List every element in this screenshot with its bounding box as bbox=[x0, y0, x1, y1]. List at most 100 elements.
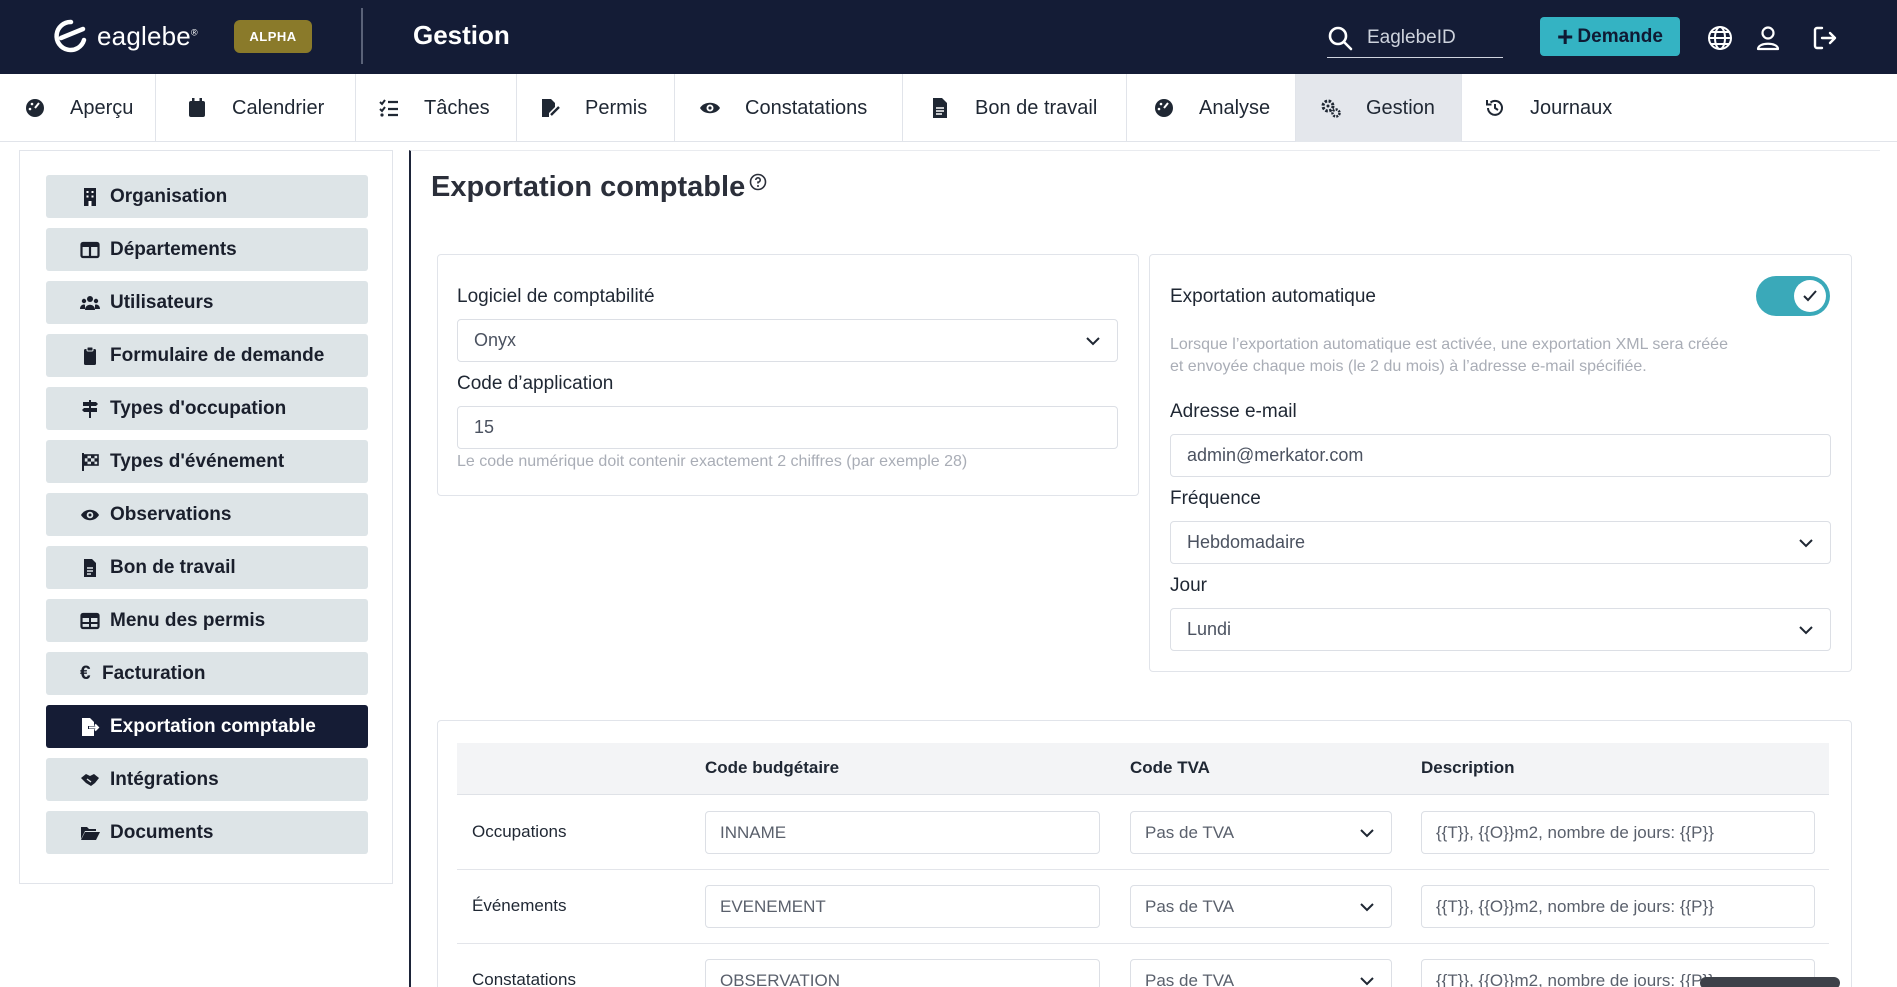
sidebar-item-documents[interactable]: Documents bbox=[46, 811, 368, 854]
table-row: Constatations OBSERVATION Pas de TVA {{T… bbox=[457, 944, 1829, 987]
header-divider bbox=[361, 8, 363, 64]
chevron-down-icon bbox=[1360, 903, 1374, 912]
top-bar: eaglebe® ALPHA Gestion + Demande bbox=[0, 0, 1897, 74]
description-value: {{T}}, {{O}}m2, nombre de jours: {{P}} bbox=[1436, 822, 1714, 842]
email-field[interactable]: admin@merkator.com bbox=[1170, 434, 1831, 477]
tab-journaux[interactable]: Journaux bbox=[1462, 74, 1632, 142]
help-icon[interactable] bbox=[749, 173, 767, 191]
auto-export-label: Exportation automatique bbox=[1170, 286, 1376, 307]
table-row: Événements EVENEMENT Pas de TVA {{T}}, {… bbox=[457, 870, 1829, 944]
table-columns-icon bbox=[80, 241, 100, 258]
tab-analyse[interactable]: Analyse bbox=[1127, 74, 1296, 142]
sidebar-item-label: Documents bbox=[110, 821, 214, 843]
table-header: Code budgétaire Code TVA Description bbox=[457, 743, 1829, 795]
app-title: Gestion bbox=[413, 20, 510, 50]
sidebar-item-label: Menu des permis bbox=[110, 609, 266, 631]
tab-label: Analyse bbox=[1199, 96, 1271, 119]
description-input[interactable]: {{T}}, {{O}}m2, nombre de jours: {{P}} bbox=[1421, 885, 1815, 928]
logout-icon[interactable] bbox=[1811, 24, 1839, 52]
sidebar-item-departements[interactable]: Départements bbox=[46, 228, 368, 271]
row-label: Occupations bbox=[472, 822, 567, 841]
application-code-input[interactable]: 15 bbox=[457, 406, 1118, 449]
column-header-budget-code: Code budgétaire bbox=[705, 758, 840, 777]
software-select-value: Onyx bbox=[474, 330, 517, 350]
sidebar-item-types-evenement[interactable]: Types d'événement bbox=[46, 440, 368, 483]
search-box[interactable] bbox=[1327, 18, 1503, 58]
sidebar-item-utilisateurs[interactable]: Utilisateurs bbox=[46, 281, 368, 324]
tab-permis[interactable]: Permis bbox=[517, 74, 675, 142]
tva-code-select[interactable]: Pas de TVA bbox=[1130, 959, 1392, 987]
sidebar-item-bon-de-travail[interactable]: Bon de travail bbox=[46, 546, 368, 589]
sidebar-item-observations[interactable]: Observations bbox=[46, 493, 368, 536]
settings-sidebar: Organisation Départements Utilisateurs F… bbox=[19, 150, 393, 884]
sidebar-item-label: Types d'occupation bbox=[110, 397, 287, 419]
dashboard-icon bbox=[26, 99, 44, 117]
sidebar-item-integrations[interactable]: Intégrations bbox=[46, 758, 368, 801]
email-field-value: admin@merkator.com bbox=[1187, 445, 1364, 465]
sidebar-item-formulaire[interactable]: Formulaire de demande bbox=[46, 334, 368, 377]
tab-gestion[interactable]: Gestion bbox=[1296, 74, 1462, 142]
budget-code-input[interactable]: OBSERVATION bbox=[705, 959, 1100, 987]
software-select[interactable]: Onyx bbox=[457, 319, 1118, 362]
handshake-icon bbox=[81, 773, 99, 786]
tab-label: Journaux bbox=[1530, 96, 1613, 119]
budget-code-value: EVENEMENT bbox=[720, 896, 826, 916]
new-demande-button[interactable]: + Demande bbox=[1540, 17, 1680, 56]
frequency-select[interactable]: Hebdomadaire bbox=[1170, 521, 1831, 564]
search-icon[interactable] bbox=[1327, 25, 1353, 51]
gears-icon bbox=[1321, 99, 1341, 118]
sidebar-item-label: Utilisateurs bbox=[110, 291, 214, 313]
tab-label: Calendrier bbox=[232, 96, 325, 119]
tva-code-value: Pas de TVA bbox=[1145, 896, 1235, 916]
history-icon bbox=[1486, 99, 1503, 116]
day-select[interactable]: Lundi bbox=[1170, 608, 1831, 651]
tab-taches[interactable]: Tâches bbox=[356, 74, 517, 142]
tab-apercu[interactable]: Aperçu bbox=[0, 74, 156, 142]
sidebar-item-label: Types d'événement bbox=[110, 450, 285, 472]
document-icon bbox=[933, 98, 947, 118]
auto-export-toggle[interactable] bbox=[1756, 276, 1830, 316]
search-input[interactable] bbox=[1367, 26, 1497, 49]
tva-code-value: Pas de TVA bbox=[1145, 822, 1235, 842]
checklist-icon bbox=[379, 99, 398, 117]
document-icon bbox=[84, 558, 96, 577]
sidebar-item-menu-permis[interactable]: Menu des permis bbox=[46, 599, 368, 642]
main-tabs: Aperçu Calendrier Tâches Permis Constata… bbox=[0, 74, 1897, 142]
sidebar-item-exportation-comptable[interactable]: Exportation comptable bbox=[46, 705, 368, 748]
eye-icon bbox=[81, 509, 99, 520]
logo[interactable]: eaglebe® bbox=[53, 18, 198, 54]
sidebar-item-facturation[interactable]: € Facturation bbox=[46, 652, 368, 695]
frequency-label: Fréquence bbox=[1170, 488, 1261, 509]
sidebar-item-types-occupation[interactable]: Types d'occupation bbox=[46, 387, 368, 430]
description-input[interactable]: {{T}}, {{O}}m2, nombre de jours: {{P}} bbox=[1421, 811, 1815, 854]
chevron-down-icon bbox=[1799, 626, 1813, 635]
floating-scroll-handle[interactable] bbox=[1700, 977, 1840, 987]
column-header-description: Description bbox=[1421, 758, 1515, 777]
gauge-icon bbox=[1155, 99, 1173, 117]
tab-constatations[interactable]: Constatations bbox=[675, 74, 903, 142]
tva-code-select[interactable]: Pas de TVA bbox=[1130, 811, 1392, 854]
page-title-text: Exportation comptable bbox=[431, 171, 746, 203]
auto-export-hint-line-2: et envoyée chaque mois (le 2 du mois) à … bbox=[1170, 358, 1647, 375]
sidebar-item-label: Bon de travail bbox=[110, 556, 236, 578]
sidebar-item-label: Exportation comptable bbox=[110, 715, 316, 737]
sidebar-item-organisation[interactable]: Organisation bbox=[46, 175, 368, 218]
logo-text: eaglebe® bbox=[97, 20, 198, 51]
budget-code-input[interactable]: INNAME bbox=[705, 811, 1100, 854]
chevron-down-icon bbox=[1799, 539, 1813, 548]
budget-code-input[interactable]: EVENEMENT bbox=[705, 885, 1100, 928]
check-icon bbox=[1803, 290, 1817, 302]
clipboard-icon bbox=[84, 346, 96, 365]
globe-icon[interactable] bbox=[1706, 24, 1734, 52]
tab-label: Constatations bbox=[745, 96, 868, 119]
description-value: {{T}}, {{O}}m2, nombre de jours: {{P}} bbox=[1436, 896, 1714, 916]
tab-label: Bon de travail bbox=[975, 96, 1098, 119]
tab-bon-de-travail[interactable]: Bon de travail bbox=[903, 74, 1127, 142]
description-value: {{T}}, {{O}}m2, nombre de jours: {{P}} bbox=[1436, 970, 1714, 987]
tab-calendrier[interactable]: Calendrier bbox=[156, 74, 356, 142]
email-label: Adresse e-mail bbox=[1170, 401, 1297, 422]
tab-label: Aperçu bbox=[70, 96, 134, 119]
tab-label: Permis bbox=[585, 96, 648, 119]
user-icon[interactable] bbox=[1754, 24, 1782, 52]
tva-code-select[interactable]: Pas de TVA bbox=[1130, 885, 1392, 928]
